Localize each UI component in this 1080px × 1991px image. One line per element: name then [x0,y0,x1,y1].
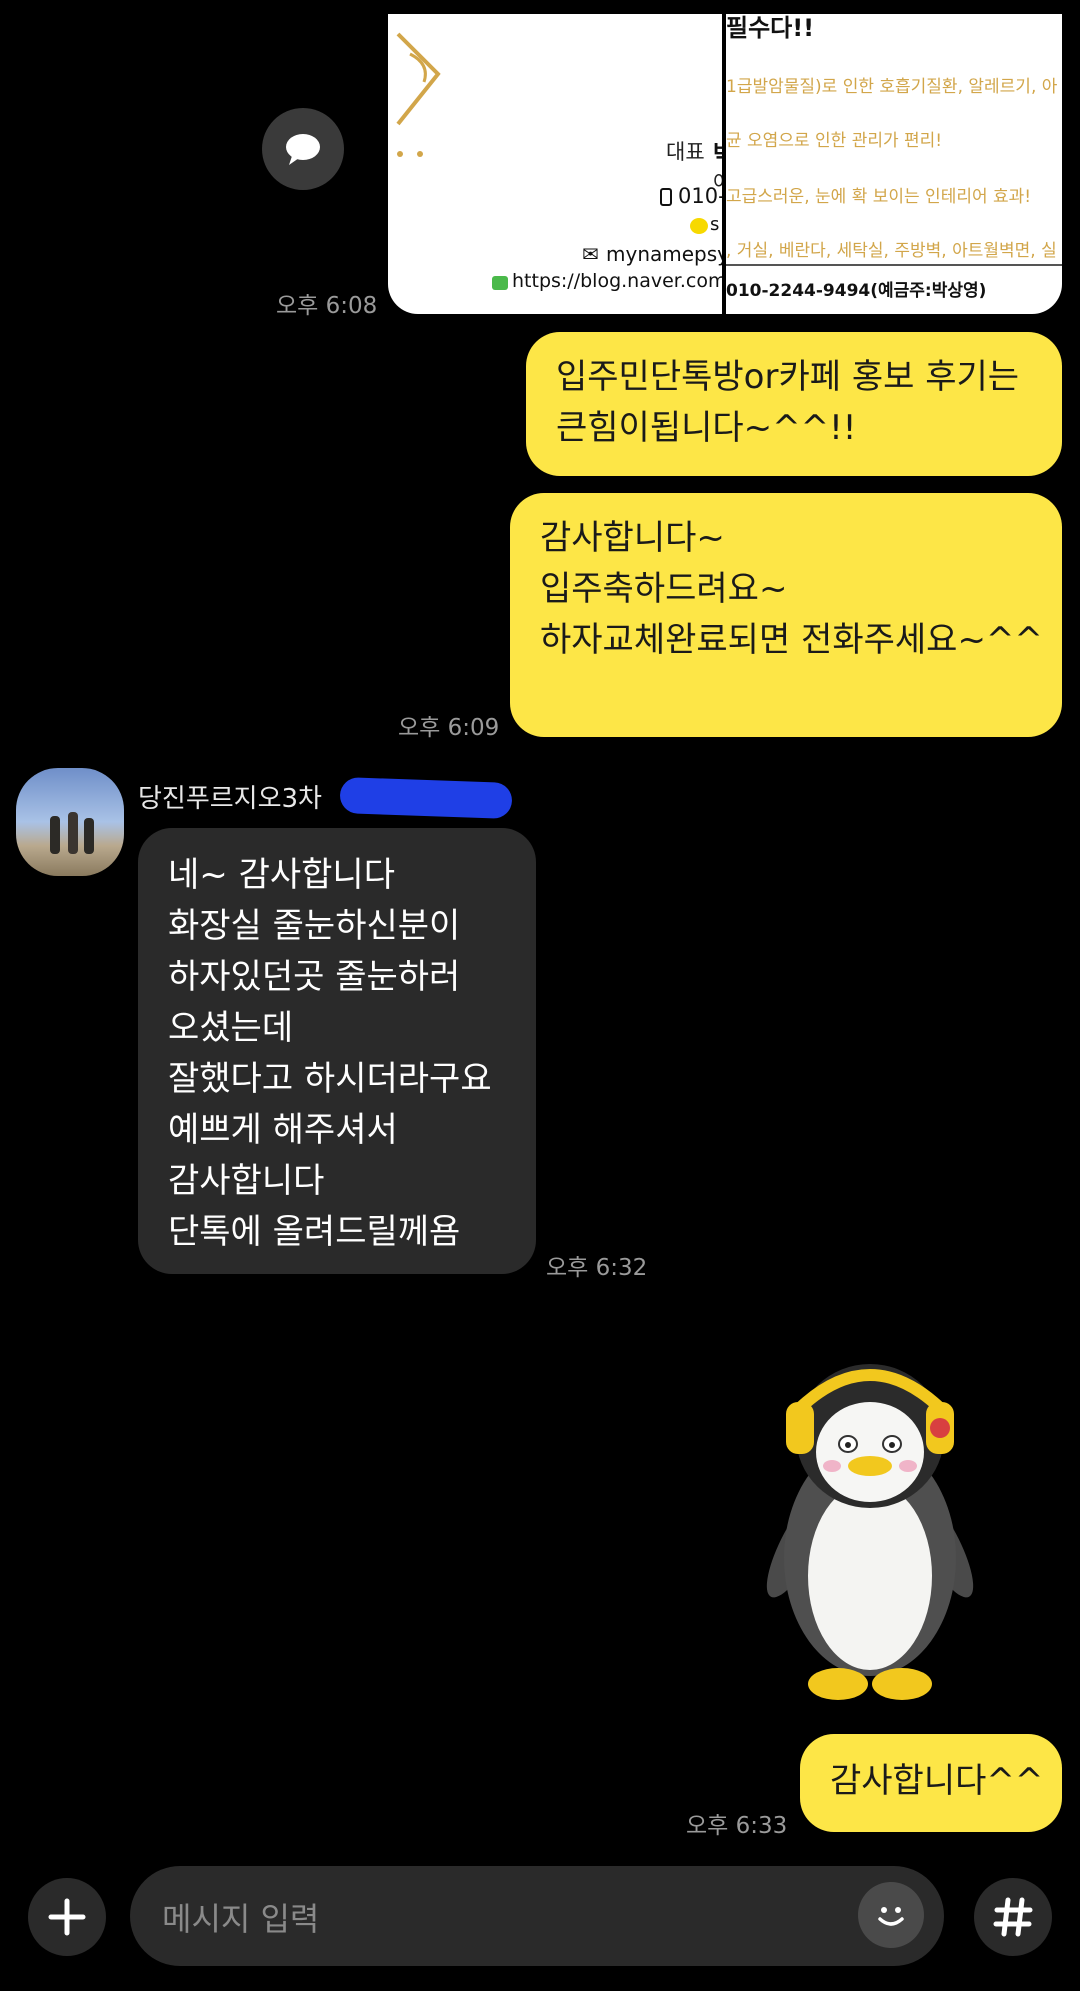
message-text: 큰힘이됩니다~^^!! [556,408,857,448]
message-text: 오셨는데 [168,1008,294,1048]
avatar-figure [84,818,94,854]
message-text: 입주민단톡방or카페 홍보 후기는 [556,357,1020,397]
my-message-bubble[interactable]: 감사합니다~ 입주축하드려요~ 하자교체완료되면 전화주세요~^^ [510,493,1062,737]
hashtag-button[interactable] [974,1878,1052,1956]
other-message-bubble[interactable]: 네~ 감사합니다 화장실 줄눈하신분이 하자있던곳 줄눈하러 오셨는데 잘했다고… [138,828,536,1274]
message-text: 감사합니다 [168,1161,325,1201]
kakao-icon [690,218,708,234]
card-phone: 010-2 [678,184,722,208]
hashtag-icon [993,1897,1033,1937]
timestamp: 오후 6:09 [398,715,500,741]
flyer-account: 010-2244-9494(예금주:박상영) [726,281,987,301]
mail-icon: ✉ [582,242,599,266]
timestamp: 오후 6:08 [276,293,378,319]
redaction-scribble [339,777,513,819]
phone-icon [660,188,672,206]
card-name-partial: 박 [713,134,722,169]
card-title-label: 대표 [666,140,705,164]
message-input[interactable]: 메시지 입력 [130,1866,944,1966]
blog-icon [492,276,508,290]
add-button[interactable] [28,1878,106,1956]
penguin-sticker[interactable] [740,1348,1000,1714]
share-button[interactable] [262,108,344,190]
flyer-divider [726,264,1062,266]
flyer-line-3: 고급스러운, 눈에 확 보이는 인테리어 효과! [726,187,1032,207]
sender-name: 당진푸르지오3차 [138,784,322,814]
emoticon-icon [878,1907,904,1926]
avatar[interactable] [16,768,124,876]
card-blog-url: https://blog.naver.com/m [512,270,722,292]
message-text: 예쁘게 해주셔서 [168,1110,398,1150]
timestamp: 오후 6:33 [686,1813,788,1839]
flyer-headline: 필수다!! [726,14,815,42]
shared-image-flyer[interactable]: 필수다!! 1급발암물질)로 인한 호흡기질환, 알레르기, 아 균 오염으로 … [726,14,1062,314]
card-email: mynamepsy@ [606,242,722,266]
timestamp: 오후 6:32 [546,1255,648,1281]
message-text: 감사합니다~ [540,518,725,558]
avatar-figure [50,816,60,854]
flyer-line-4: , 거실, 베란다, 세탁실, 주방벽, 아트월벽면, 실 [726,241,1057,261]
message-text: 하자교체완료되면 전화주세요~^^ [540,620,1043,660]
avatar-figure [68,812,78,854]
message-text: 잘했다고 하시더라구요 [168,1059,492,1099]
message-text: 네~ 감사합니다 [168,855,395,895]
card-kakao: s [710,214,720,235]
plus-icon [48,1898,86,1936]
flyer-line-1: 1급발암물질)로 인한 호흡기질환, 알레르기, 아 [726,77,1058,97]
message-text: 감사합니다^^ [830,1761,1044,1801]
flyer-line-2: 균 오염으로 인한 관리가 편리! [726,131,943,151]
message-text: 입주축하드려요~ [540,569,788,609]
message-text: 단톡에 올려드릴께욤 [168,1212,461,1252]
speech-bubble-icon [286,134,320,165]
shared-image-business-card[interactable]: 대표 박 어 010-2 s ✉ mynamepsy@ https://blog… [388,14,722,314]
my-message-bubble[interactable]: 입주민단톡방or카페 홍보 후기는 큰힘이됩니다~^^!! [526,332,1062,476]
message-input-placeholder: 메시지 입력 [162,1900,320,1938]
my-message-bubble[interactable]: 감사합니다^^ [800,1734,1062,1832]
message-text: 화장실 줄눈하신분이 [168,906,461,946]
message-text: 하자있던곳 줄눈하러 [168,957,461,997]
emoji-button[interactable] [858,1882,924,1948]
